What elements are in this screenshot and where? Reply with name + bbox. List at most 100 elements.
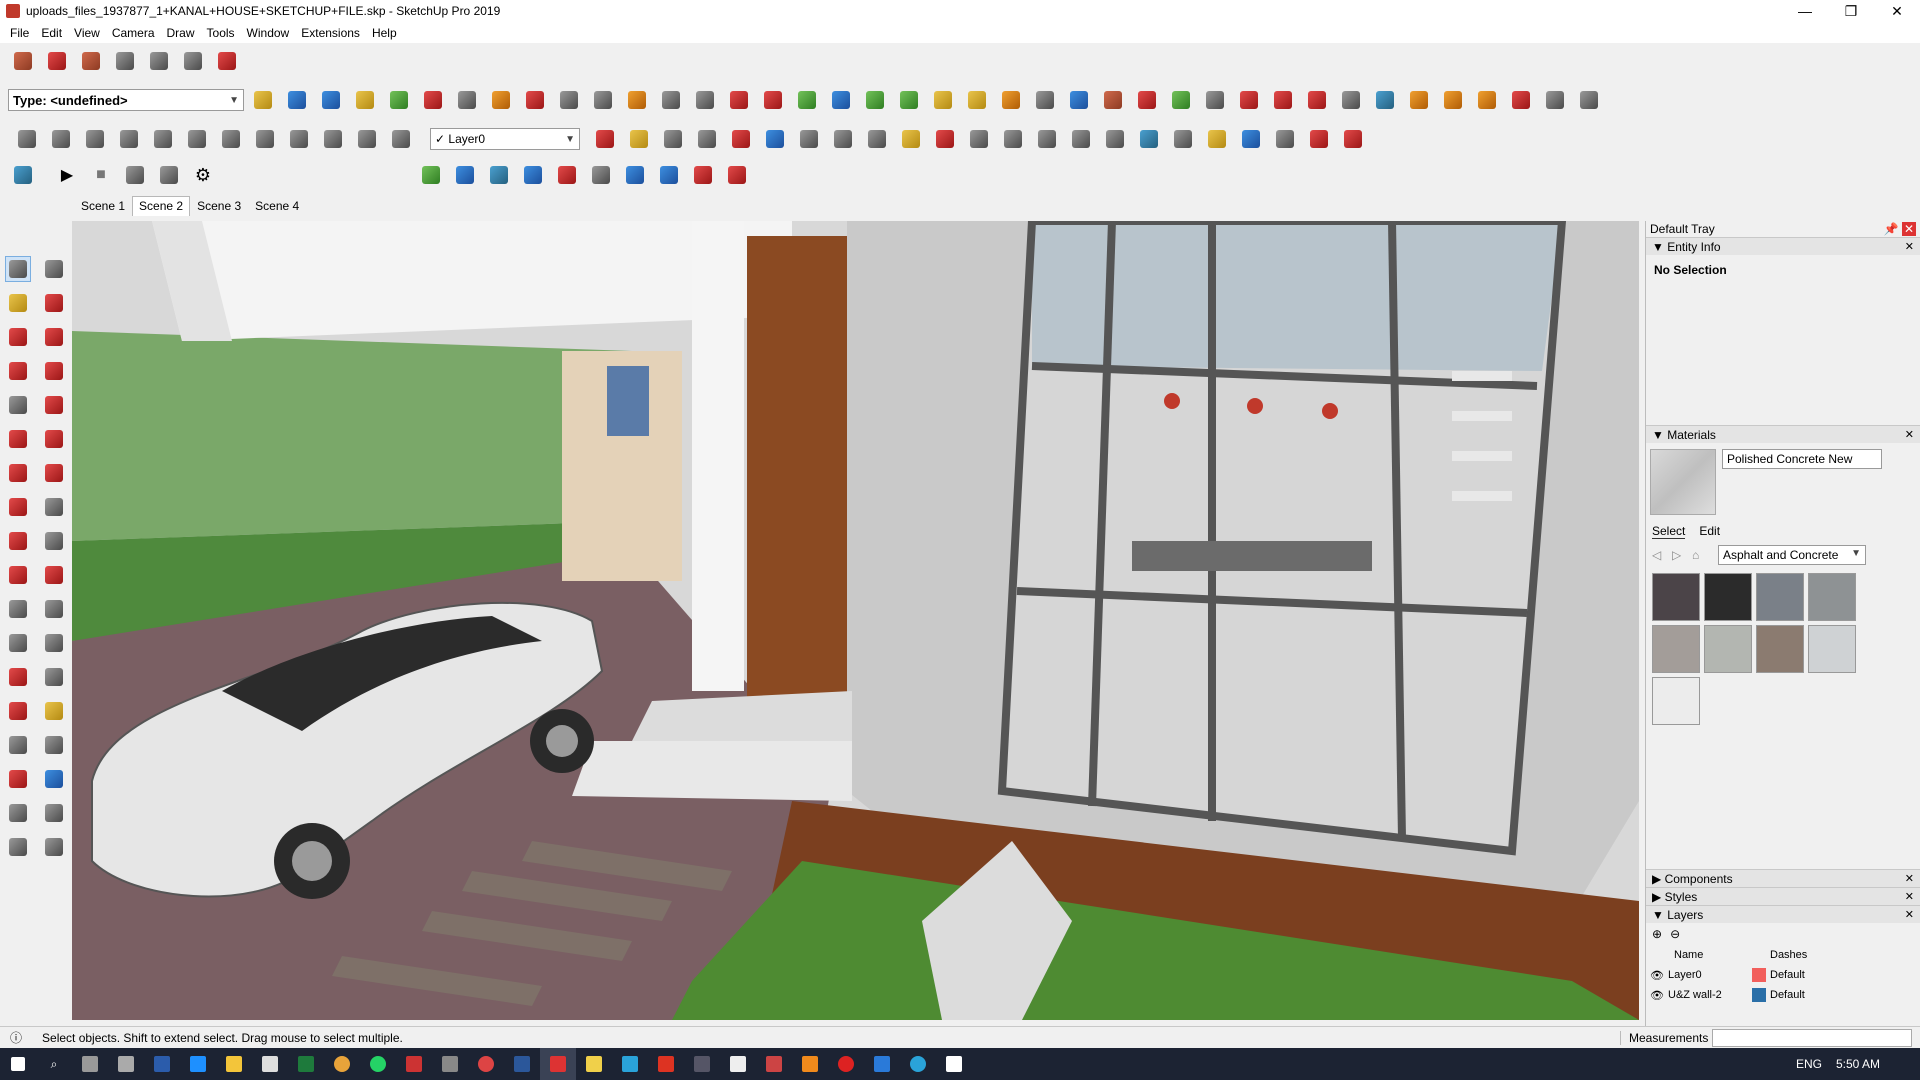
material-swatch[interactable] bbox=[1704, 573, 1752, 621]
search-icon[interactable]: ⌕ bbox=[36, 1048, 72, 1080]
tab-select[interactable]: Select bbox=[1652, 524, 1686, 539]
curve-tool-7-icon[interactable] bbox=[1170, 126, 1196, 152]
menu-camera[interactable]: Camera bbox=[106, 26, 161, 40]
add-detail-icon[interactable] bbox=[180, 48, 206, 74]
zoom-window-icon[interactable] bbox=[41, 732, 67, 758]
protractor-icon[interactable] bbox=[5, 630, 31, 656]
shape-white-icon[interactable] bbox=[454, 87, 480, 113]
panel-icon[interactable] bbox=[556, 87, 582, 113]
task-view-icon[interactable] bbox=[72, 1048, 108, 1080]
add-layer-icon[interactable]: ⊕ bbox=[1652, 927, 1662, 941]
menu-view[interactable]: View bbox=[68, 26, 106, 40]
tool-g-icon[interactable] bbox=[622, 162, 648, 188]
follow-me-icon[interactable] bbox=[41, 528, 67, 554]
paint-bucket-icon[interactable] bbox=[5, 290, 31, 316]
home-icon[interactable]: ⌂ bbox=[1692, 548, 1712, 562]
textured-icon[interactable] bbox=[388, 126, 414, 152]
spiral-icon[interactable] bbox=[1032, 87, 1058, 113]
close-button[interactable]: ✕ bbox=[1874, 0, 1920, 22]
close-icon[interactable]: ✕ bbox=[1905, 240, 1914, 253]
app-icon-6[interactable] bbox=[684, 1048, 720, 1080]
front-view-icon[interactable] bbox=[116, 126, 142, 152]
stamp-icon[interactable] bbox=[112, 48, 138, 74]
polygon-icon[interactable] bbox=[41, 392, 67, 418]
back-edges-icon[interactable] bbox=[252, 126, 278, 152]
right-view-icon[interactable] bbox=[150, 126, 176, 152]
arc-icon[interactable] bbox=[5, 426, 31, 452]
orbit-icon[interactable] bbox=[592, 126, 618, 152]
shaded-icon[interactable] bbox=[354, 126, 380, 152]
play-icon[interactable]: ▶ bbox=[54, 162, 80, 188]
walk-icon[interactable] bbox=[864, 126, 890, 152]
app-icon-5[interactable] bbox=[612, 1048, 648, 1080]
tool-a-icon[interactable] bbox=[418, 162, 444, 188]
flip-edge-icon[interactable] bbox=[214, 48, 240, 74]
curve-tool-4-icon[interactable] bbox=[1068, 126, 1094, 152]
measurements-field[interactable] bbox=[1712, 1028, 1912, 1047]
eye-icon[interactable]: 👁 bbox=[1650, 989, 1668, 1002]
components-header[interactable]: ▶ Components ✕ bbox=[1646, 869, 1920, 887]
axes-icon[interactable] bbox=[5, 664, 31, 690]
store-icon[interactable] bbox=[252, 1048, 288, 1080]
zoom-icon[interactable] bbox=[660, 126, 686, 152]
move-cross-icon[interactable] bbox=[760, 87, 786, 113]
tool-h-icon[interactable] bbox=[656, 162, 682, 188]
windows-start-icon[interactable] bbox=[0, 1048, 36, 1080]
curve-tool-6-icon[interactable] bbox=[1136, 126, 1162, 152]
menu-window[interactable]: Window bbox=[241, 26, 296, 40]
styles-header[interactable]: ▶ Styles ✕ bbox=[1646, 887, 1920, 905]
menu-extensions[interactable]: Extensions bbox=[295, 26, 366, 40]
material-swatch[interactable] bbox=[1704, 625, 1752, 673]
opera-icon[interactable] bbox=[828, 1048, 864, 1080]
move-icon[interactable] bbox=[5, 494, 31, 520]
app-icon-3[interactable] bbox=[468, 1048, 504, 1080]
scale-icon[interactable] bbox=[5, 562, 31, 588]
export-icon[interactable] bbox=[122, 162, 148, 188]
component-icon[interactable] bbox=[41, 256, 67, 282]
material-swatch[interactable] bbox=[1756, 625, 1804, 673]
materials-header[interactable]: ▼ Materials ✕ bbox=[1646, 425, 1920, 443]
material-swatch[interactable] bbox=[1652, 625, 1700, 673]
cone-icon[interactable] bbox=[862, 87, 888, 113]
shape-blue-icon[interactable] bbox=[284, 87, 310, 113]
menu-tools[interactable]: Tools bbox=[201, 26, 241, 40]
sandbox-icon[interactable] bbox=[10, 48, 36, 74]
menu-draw[interactable]: Draw bbox=[161, 26, 201, 40]
app-icon-1[interactable] bbox=[396, 1048, 432, 1080]
layers-header[interactable]: ▼ Layers ✕ bbox=[1646, 905, 1920, 923]
box-icon[interactable] bbox=[624, 87, 650, 113]
tool-i-icon[interactable] bbox=[690, 162, 716, 188]
warning-icon[interactable] bbox=[930, 87, 956, 113]
forward-arrow-icon[interactable]: ▷ bbox=[1672, 548, 1692, 562]
tab-edit[interactable]: Edit bbox=[1699, 524, 1720, 538]
explode-icon[interactable] bbox=[1508, 87, 1534, 113]
freehand-icon[interactable] bbox=[41, 324, 67, 350]
compass-icon[interactable] bbox=[1066, 87, 1092, 113]
eraser-pink-icon[interactable] bbox=[1340, 126, 1366, 152]
close-icon[interactable]: ✕ bbox=[1905, 890, 1914, 903]
back-view-icon[interactable] bbox=[184, 126, 210, 152]
table-row[interactable]: 👁 U&Z wall-2 Default bbox=[1650, 985, 1916, 1005]
top-view-icon[interactable] bbox=[82, 126, 108, 152]
cross-blue-icon[interactable] bbox=[828, 87, 854, 113]
menu-file[interactable]: File bbox=[4, 26, 35, 40]
plus-green-icon[interactable] bbox=[794, 87, 820, 113]
previous-icon[interactable] bbox=[762, 126, 788, 152]
smoove-icon[interactable] bbox=[78, 48, 104, 74]
pan-icon[interactable] bbox=[41, 698, 67, 724]
export-close-icon[interactable] bbox=[156, 162, 182, 188]
vlc-icon[interactable] bbox=[792, 1048, 828, 1080]
material-swatch[interactable] bbox=[1756, 573, 1804, 621]
look-around-icon[interactable] bbox=[830, 126, 856, 152]
zoom-window-icon[interactable] bbox=[694, 126, 720, 152]
circle-dots-icon[interactable] bbox=[1542, 87, 1568, 113]
gear-icon[interactable]: ⚙ bbox=[190, 162, 216, 188]
house-red-icon[interactable] bbox=[1270, 87, 1296, 113]
grid-orange3-icon[interactable] bbox=[1474, 87, 1500, 113]
undo-red-icon[interactable] bbox=[1134, 87, 1160, 113]
frame-icon[interactable] bbox=[1372, 87, 1398, 113]
app-icon-7[interactable] bbox=[756, 1048, 792, 1080]
material-swatch[interactable] bbox=[1652, 573, 1700, 621]
grid-orange-icon[interactable] bbox=[1406, 87, 1432, 113]
close-icon[interactable]: ✕ bbox=[1905, 908, 1914, 921]
